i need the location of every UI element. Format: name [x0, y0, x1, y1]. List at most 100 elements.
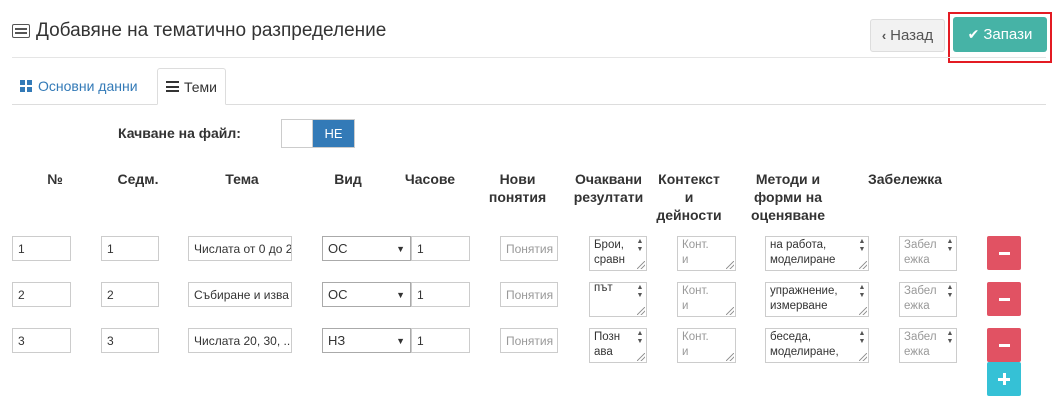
row-methods-textarea[interactable]: упражнение, измерване ▲ ▼: [765, 282, 869, 317]
resize-grip-icon[interactable]: [726, 261, 734, 269]
scroll-arrows-icon: ▲ ▼: [636, 330, 644, 345]
upload-toggle[interactable]: НЕ: [281, 119, 355, 148]
toggle-value: НЕ: [313, 120, 354, 147]
row-hours-input[interactable]: 1: [411, 328, 470, 353]
row-note-placeholder: Забел ежка: [904, 285, 937, 312]
caret-down-icon: ▼: [396, 335, 405, 346]
tab-basic-data-label: Основни данни: [38, 78, 138, 94]
column-header-num: №: [47, 171, 63, 187]
row-note-placeholder: Забел ежка: [904, 239, 937, 266]
resize-grip-icon[interactable]: [726, 307, 734, 315]
back-button-label: Назад: [890, 27, 934, 44]
row-type-value: НЗ: [328, 333, 346, 348]
row-context-placeholder: Конт. и: [682, 331, 709, 358]
back-button[interactable]: ‹ Назад: [870, 19, 945, 52]
row-type-select[interactable]: НЗ ▼: [322, 328, 411, 353]
row-concepts-input[interactable]: Понятия: [500, 328, 558, 353]
row-type-select[interactable]: ОС ▼: [322, 282, 411, 307]
row-note-textarea[interactable]: Забел ежка ▲ ▼: [899, 236, 957, 271]
tab-topics-label: Теми: [184, 78, 217, 95]
row-methods-text: беседа, моделиране,: [770, 331, 839, 358]
caret-down-icon: ▼: [396, 289, 405, 300]
row-note-textarea[interactable]: Забел ежка ▲ ▼: [899, 282, 957, 317]
row-concepts-input[interactable]: Понятия: [500, 282, 558, 307]
row-week-input[interactable]: 3: [101, 328, 159, 353]
row-note-textarea[interactable]: Забел ежка ▲ ▼: [899, 328, 957, 363]
chevron-left-icon: ‹: [881, 28, 887, 43]
resize-grip-icon[interactable]: [637, 353, 645, 361]
scroll-arrows-icon: ▲ ▼: [858, 238, 866, 253]
tab-topics[interactable]: Теми: [157, 68, 226, 105]
scroll-arrows-icon: ▲ ▼: [946, 238, 954, 253]
upload-label: Качване на файл:: [118, 125, 241, 141]
row-topic-input[interactable]: Числата 20, 30, ..: [188, 328, 292, 353]
resize-grip-icon[interactable]: [859, 307, 867, 315]
scroll-arrows-icon: ▲ ▼: [636, 238, 644, 253]
row-methods-text: упражнение, измерване: [770, 285, 838, 312]
row-results-text: Брои, сравн: [594, 239, 626, 266]
row-topic-input[interactable]: Числата от 0 до 2: [188, 236, 292, 261]
row-context-textarea[interactable]: Конт. и: [677, 282, 736, 317]
column-header-methods: Методи и форми на оценяване: [750, 171, 826, 223]
row-methods-text: на работа, моделиране: [770, 239, 836, 266]
page-title-text: Добавяне на тематично разпределение: [36, 20, 387, 41]
row-type-select[interactable]: ОС ▼: [322, 236, 411, 261]
row-topic-input[interactable]: Събиране и изва: [188, 282, 292, 307]
scroll-arrows-icon: ▲ ▼: [636, 284, 644, 299]
row-week-input[interactable]: 1: [101, 236, 159, 261]
row-results-textarea[interactable]: път ▲ ▼: [589, 282, 647, 317]
row-results-text: Позн ава: [594, 331, 621, 358]
check-icon: ✔: [967, 26, 980, 42]
row-num-input[interactable]: 2: [12, 282, 71, 307]
row-type-value: ОС: [328, 287, 348, 302]
resize-grip-icon[interactable]: [726, 353, 734, 361]
page-header: Добавяне на тематично разпределение ‹ На…: [0, 0, 1056, 63]
row-context-textarea[interactable]: Конт. и: [677, 236, 736, 271]
scroll-arrows-icon: ▲ ▼: [858, 284, 866, 299]
page-title: Добавяне на тематично разпределение: [12, 20, 386, 42]
column-header-new-concepts: Нови понятия: [488, 171, 547, 205]
row-methods-textarea[interactable]: беседа, моделиране, ▲ ▼: [765, 328, 869, 363]
th-large-icon: [20, 80, 32, 92]
row-context-placeholder: Конт. и: [682, 239, 709, 266]
scroll-arrows-icon: ▲ ▼: [858, 330, 866, 345]
column-header-note: Забележка: [867, 171, 943, 187]
resize-grip-icon[interactable]: [637, 307, 645, 315]
remove-row-button[interactable]: [987, 236, 1021, 270]
column-header-hours: Часове: [404, 171, 456, 187]
row-week-input[interactable]: 2: [101, 282, 159, 307]
tab-basic-data[interactable]: Основни данни: [12, 68, 157, 104]
row-context-textarea[interactable]: Конт. и: [677, 328, 736, 363]
list-alt-icon: [12, 24, 30, 38]
remove-row-button[interactable]: [987, 282, 1021, 316]
column-header-topic: Тема: [225, 171, 259, 187]
resize-grip-icon[interactable]: [859, 261, 867, 269]
caret-down-icon: ▼: [396, 243, 405, 254]
row-concepts-input[interactable]: Понятия: [500, 236, 558, 261]
column-header-type: Вид: [334, 171, 362, 187]
row-type-value: ОС: [328, 241, 348, 256]
row-results-textarea[interactable]: Брои, сравн ▲ ▼: [589, 236, 647, 271]
tabs-bar: Основни данни Теми: [12, 68, 1046, 105]
list-icon: [166, 81, 179, 92]
column-header-week: Седм.: [117, 171, 159, 187]
column-header-context: Контекст и дейности: [656, 171, 722, 223]
row-results-text: път: [594, 282, 613, 294]
save-button-label: Запази: [983, 26, 1033, 43]
scroll-arrows-icon: ▲ ▼: [946, 330, 954, 345]
header-divider: [12, 57, 1046, 58]
row-context-placeholder: Конт. и: [682, 285, 709, 312]
toggle-knob: [282, 120, 313, 147]
row-num-input[interactable]: 3: [12, 328, 71, 353]
resize-grip-icon[interactable]: [859, 353, 867, 361]
row-results-textarea[interactable]: Позн ава ▲ ▼: [589, 328, 647, 363]
row-note-placeholder: Забел ежка: [904, 331, 937, 358]
row-methods-textarea[interactable]: на работа, моделиране ▲ ▼: [765, 236, 869, 271]
resize-grip-icon[interactable]: [637, 261, 645, 269]
add-row-button[interactable]: [987, 362, 1021, 396]
row-hours-input[interactable]: 1: [411, 282, 470, 307]
row-num-input[interactable]: 1: [12, 236, 71, 261]
save-button[interactable]: ✔ Запази: [953, 17, 1047, 52]
row-hours-input[interactable]: 1: [411, 236, 470, 261]
remove-row-button[interactable]: [987, 328, 1021, 362]
